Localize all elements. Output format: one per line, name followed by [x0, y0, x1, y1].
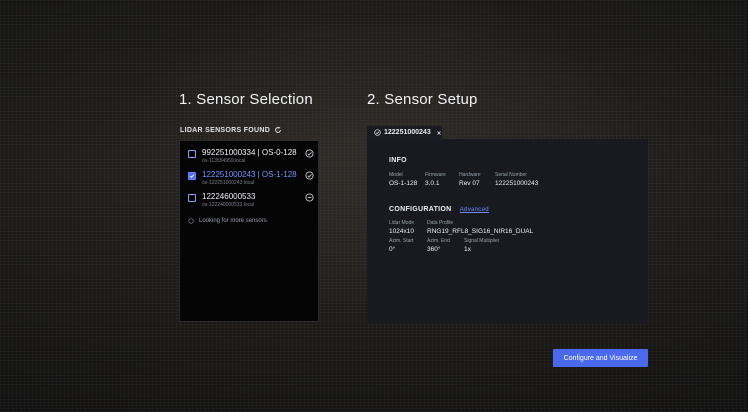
sensor-setup-panel: INFO Model OS-1-128 Firmware 3.0.1 Hardw…	[367, 139, 648, 323]
sensor-setup-title: 2. Sensor Setup	[367, 91, 478, 108]
sensor-hostname: os-113554959.local	[202, 158, 246, 164]
checkmark-icon	[189, 174, 195, 179]
sensor-item[interactable]: 122246000533 os-122246000533.local	[188, 192, 314, 214]
azim-start-field[interactable]: Azim. Start 0°	[389, 238, 413, 253]
lidar-mode-field[interactable]: Lidar Mode 1024x10	[389, 220, 414, 235]
azim-start-value: 0°	[389, 246, 396, 253]
firmware-label: Firmware	[425, 172, 446, 178]
refresh-icon[interactable]	[274, 126, 282, 134]
data-profile-field[interactable]: Data Profile RNG19_RFL8_SIG16_NIR16_DUAL	[427, 220, 533, 235]
info-section-title: INFO	[389, 157, 407, 164]
azim-end-value: 360°	[427, 246, 441, 253]
hardware-value: Rev 07	[459, 180, 480, 187]
sensor-name: 992251000334 | OS-0-128	[202, 148, 297, 157]
serial-number-label: Serial Number	[495, 172, 527, 178]
model-label: Model	[389, 172, 403, 178]
check-circle-icon	[305, 149, 314, 158]
sensor-hostname: os-122251000243.local	[202, 180, 254, 186]
data-profile-label: Data Profile	[427, 220, 454, 226]
hardware-label: Hardware	[459, 172, 481, 178]
sensor-name: 122251000243 | OS-1-128	[202, 170, 297, 179]
check-circle-icon	[374, 129, 381, 136]
sensor-checkbox[interactable]	[188, 194, 196, 202]
sensor-checkbox-checked[interactable]	[188, 172, 196, 180]
azim-end-label: Azim. End	[427, 238, 450, 244]
lidar-mode-label: Lidar Mode	[389, 220, 415, 226]
signal-multiplier-label: Signal Multiplier	[464, 238, 500, 244]
sensors-found-label: LIDAR SENSORS FOUND	[180, 126, 271, 134]
looking-text: Looking for more sensors	[199, 218, 267, 224]
firmware-field: Firmware 3.0.1	[425, 172, 446, 187]
sensor-selection-title: 1. Sensor Selection	[179, 91, 313, 108]
sensor-list-panel: 992251000334 | OS-0-128 os-113554959.loc…	[179, 140, 319, 322]
sensors-found-header: LIDAR SENSORS FOUND	[180, 126, 282, 134]
sensor-hostname: os-122246000533.local	[202, 202, 254, 208]
configuration-title: CONFIGURATION	[389, 206, 452, 213]
signal-multiplier-field[interactable]: Signal Multiplier 1x	[464, 238, 499, 253]
configuration-section-title: CONFIGURATION Advanced	[389, 206, 489, 213]
spinner-icon	[188, 218, 194, 224]
signal-multiplier-value: 1x	[464, 246, 471, 253]
azim-start-label: Azim. Start	[389, 238, 414, 244]
check-circle-icon	[305, 171, 314, 180]
model-value: OS-1-128	[389, 180, 418, 187]
sensor-name: 122246000533	[202, 192, 256, 201]
azim-end-field[interactable]: Azim. End 360°	[427, 238, 450, 253]
lidar-mode-value: 1024x10	[389, 228, 414, 235]
sensor-tab[interactable]: 122251000243	[367, 126, 442, 139]
data-profile-value: RNG19_RFL8_SIG16_NIR16_DUAL	[427, 228, 534, 235]
minus-circle-icon	[305, 193, 314, 202]
serial-number-field: Serial Number 122251000243	[495, 172, 538, 187]
configure-and-visualize-button[interactable]: Configure and Visualize	[553, 349, 648, 367]
sensor-item[interactable]: 122251000243 | OS-1-128 os-122251000243.…	[188, 170, 314, 192]
serial-number-value: 122251000243	[495, 180, 539, 187]
advanced-link[interactable]: Advanced	[460, 207, 489, 213]
looking-for-sensors: Looking for more sensors	[188, 218, 267, 224]
close-icon[interactable]	[436, 130, 442, 136]
sensor-checkbox[interactable]	[188, 150, 196, 158]
hardware-field: Hardware Rev 07	[459, 172, 481, 187]
firmware-value: 3.0.1	[425, 180, 440, 187]
model-field: Model OS-1-128	[389, 172, 417, 187]
sensor-tab-label: 122251000243	[384, 129, 431, 136]
sensor-item[interactable]: 992251000334 | OS-0-128 os-113554959.loc…	[188, 148, 314, 170]
